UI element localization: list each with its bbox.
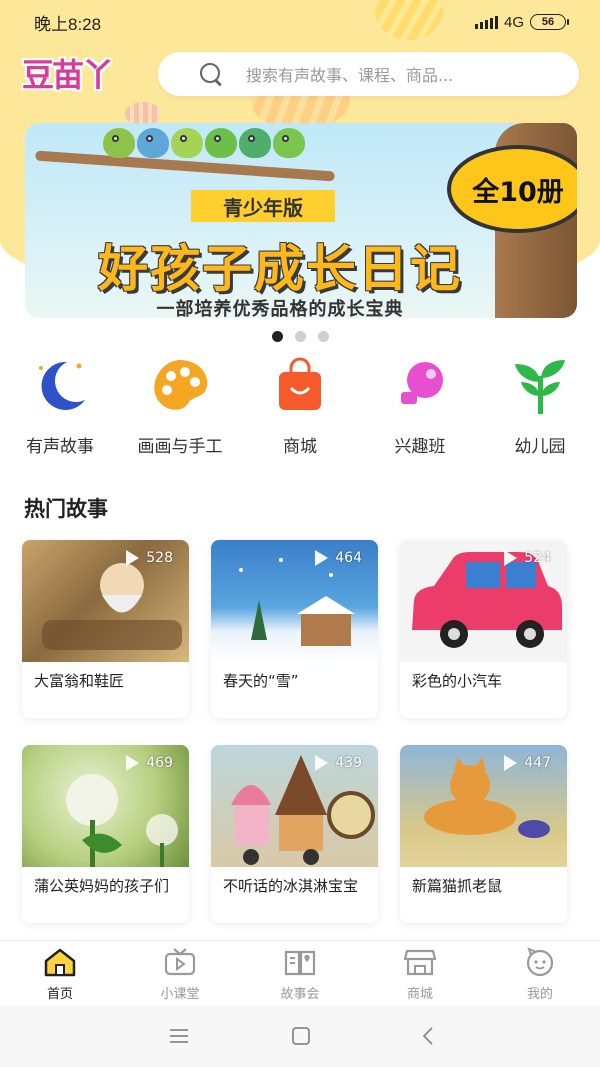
home-square-icon[interactable]: [290, 1025, 312, 1047]
play-icon: [126, 755, 140, 771]
promo-banner[interactable]: 全10册 青少年版 好孩子成长日记 一部培养优秀品格的成长宝典: [25, 123, 577, 318]
book-icon: [283, 947, 317, 977]
status-bar: 晚上8:28 4G 56: [0, 0, 600, 44]
play-icon: [504, 550, 518, 566]
story-title: 新篇猫抓老鼠: [412, 877, 503, 895]
story-title: 春天的“雪”: [223, 672, 299, 690]
bird-illustration: [171, 128, 203, 158]
play-count-value: 528: [146, 550, 173, 566]
play-count: 447: [504, 755, 551, 771]
moon-icon: [27, 352, 93, 418]
search-input[interactable]: 搜索有声故事、课程、商品...: [158, 52, 579, 96]
bird-illustration: [205, 128, 237, 158]
bird-illustration: [239, 128, 271, 158]
network-type: 4G: [503, 13, 524, 31]
system-nav-bar: [0, 1005, 600, 1067]
play-count: 464: [315, 550, 362, 566]
search-placeholder: 搜索有声故事、课程、商品...: [246, 66, 454, 85]
play-count: 528: [126, 550, 173, 566]
tab-mall[interactable]: 商城: [360, 947, 480, 1002]
bird-illustration: [137, 128, 169, 158]
play-count: 469: [126, 755, 173, 771]
story-card[interactable]: 464 春天的“雪”: [211, 540, 378, 718]
play-count-value: 439: [335, 755, 362, 771]
play-count-value: 447: [524, 755, 551, 771]
status-indicators: 4G 56: [474, 13, 569, 31]
banner-subtitle: 青少年版: [191, 190, 335, 222]
logo-text: 豆苗丫: [22, 56, 114, 94]
story-card[interactable]: 524 彩色的小汽车: [400, 540, 567, 718]
bottom-tab-bar: 首页 小课堂 故事会 商城 我的: [0, 940, 600, 1004]
story-title: 大富翁和鞋匠: [34, 672, 125, 690]
app-logo[interactable]: 豆苗丫: [22, 50, 146, 96]
carousel-dot[interactable]: [317, 331, 329, 342]
banner-title: 好孩子成长日记: [98, 240, 462, 298]
category-label: 画画与手工: [137, 437, 223, 457]
banner-caption: 一部培养优秀品格的成长宝典: [156, 299, 404, 318]
status-time: 晚上8:28: [34, 14, 102, 34]
tab-label: 我的: [526, 987, 553, 1002]
tab-label: 首页: [46, 987, 73, 1002]
play-count: 524: [504, 550, 551, 566]
search-icon: [198, 61, 224, 87]
tab-label: 商城: [406, 987, 433, 1002]
category-kindergarten[interactable]: 幼儿园: [480, 352, 600, 457]
story-card[interactable]: 469 蒲公英妈妈的孩子们: [22, 745, 189, 923]
story-card[interactable]: 439 不听话的冰淇淋宝宝: [211, 745, 378, 923]
story-card[interactable]: 528 大富翁和鞋匠: [22, 540, 189, 718]
play-icon: [315, 550, 329, 566]
banner-badge: 全10册: [447, 145, 577, 233]
story-title: 彩色的小汽车: [412, 672, 503, 690]
carousel-dot[interactable]: [271, 331, 283, 342]
play-icon: [126, 550, 140, 566]
menu-icon[interactable]: [168, 1025, 190, 1047]
sprout-icon: [507, 352, 573, 418]
category-audio-stories[interactable]: 有声故事: [0, 352, 120, 457]
bird-illustration: [273, 128, 305, 158]
category-drawing-crafts[interactable]: 画画与手工: [120, 352, 240, 457]
tab-label: 故事会: [280, 987, 320, 1002]
play-count-value: 469: [146, 755, 173, 771]
play-count: 439: [315, 755, 362, 771]
story-card[interactable]: 447 新篇猫抓老鼠: [400, 745, 567, 923]
story-title: 不听话的冰淇淋宝宝: [223, 877, 359, 895]
play-count-value: 524: [524, 550, 551, 566]
tab-home[interactable]: 首页: [0, 947, 120, 1002]
whistle-icon: [387, 352, 453, 418]
play-icon: [315, 755, 329, 771]
shopping-bag-icon: [267, 352, 333, 418]
category-label: 兴趣班: [394, 437, 446, 457]
tab-classroom[interactable]: 小课堂: [120, 947, 240, 1002]
bird-illustration: [103, 128, 135, 158]
face-icon: [523, 947, 557, 977]
store-icon: [403, 947, 437, 977]
battery-level: 56: [541, 16, 555, 28]
palette-icon: [147, 352, 213, 418]
tab-story-club[interactable]: 故事会: [240, 947, 360, 1002]
category-interest-class[interactable]: 兴趣班: [360, 352, 480, 457]
category-row: 有声故事 画画与手工 商城 兴趣班 幼儿园: [0, 352, 600, 462]
tv-icon: [163, 947, 197, 977]
category-label: 幼儿园: [514, 437, 566, 457]
home-icon: [43, 947, 77, 977]
carousel-dot[interactable]: [294, 331, 306, 342]
section-title: 热门故事: [24, 497, 108, 521]
tab-label: 小课堂: [160, 987, 200, 1002]
battery-icon: 56: [530, 14, 569, 30]
category-label: 有声故事: [26, 437, 94, 457]
carousel-indicator: [0, 331, 600, 342]
tab-mine[interactable]: 我的: [480, 947, 600, 1002]
play-count-value: 464: [335, 550, 362, 566]
category-label: 商城: [283, 437, 317, 457]
category-mall[interactable]: 商城: [240, 352, 360, 457]
signal-icon: [474, 15, 498, 29]
story-title: 蒲公英妈妈的孩子们: [34, 877, 170, 895]
back-icon[interactable]: [418, 1025, 440, 1047]
play-icon: [504, 755, 518, 771]
